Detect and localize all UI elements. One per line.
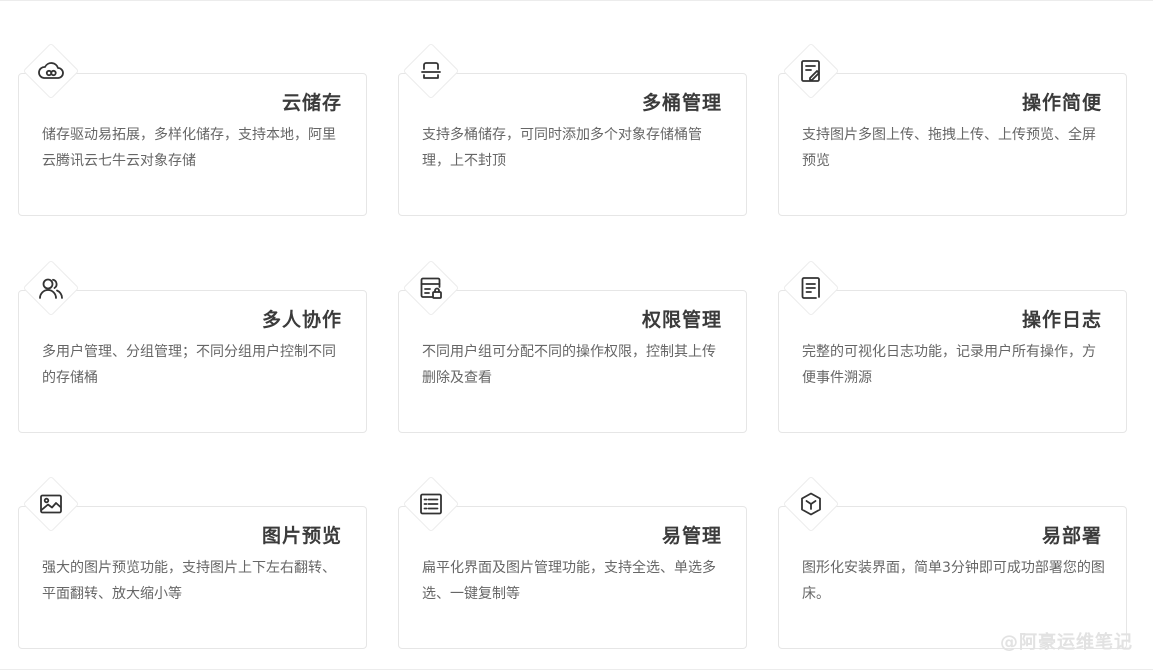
- feature-description: 强大的图片预览功能，支持图片上下左右翻转、平面翻转、放大缩小等: [42, 560, 336, 602]
- feature-description: 支持图片多图上传、拖拽上传、上传预览、全屏预览: [802, 127, 1096, 169]
- image-icon: [40, 494, 62, 514]
- feature-card-multi-user: 多人协作 多用户管理、分组管理；不同分组用户控制不同的存储桶: [18, 259, 367, 433]
- icon-badge: [782, 42, 840, 100]
- feature-title: 图片预览: [261, 525, 342, 547]
- feature-title: 多桶管理: [641, 92, 722, 114]
- icon-badge: [782, 259, 840, 317]
- feature-title: 多人协作: [261, 309, 342, 331]
- feature-card-permission: 权限管理 不同用户组可分配不同的操作权限，控制其上传删除及查看: [398, 259, 747, 433]
- log-document-icon: [801, 277, 820, 299]
- feature-card-image-preview: 图片预览 强大的图片预览功能，支持图片上下左右翻转、平面翻转、放大缩小等: [18, 475, 367, 649]
- icon-badge: [402, 475, 460, 533]
- feature-title: 权限管理: [641, 309, 722, 331]
- icon-badge: [402, 42, 460, 100]
- edit-document-icon: [801, 60, 820, 82]
- feature-card-easy-operation: 操作简便 支持图片多图上传、拖拽上传、上传预览、全屏预览: [778, 42, 1127, 216]
- feature-description: 支持多桶储存，可同时添加多个对象存储桶管理，上不封顶: [422, 127, 702, 169]
- cloud-icon: [38, 62, 64, 79]
- feature-grid-page: 云储存 储存驱动易拓展，多样化储存，支持本地，阿里云腾讯云七牛云对象存储 多桶管…: [0, 0, 1153, 670]
- watermark-text: @阿豪运维笔记: [1000, 632, 1133, 653]
- bucket-stack-icon: [421, 62, 441, 79]
- feature-description: 多用户管理、分组管理；不同分组用户控制不同的存储桶: [42, 344, 336, 386]
- feature-description: 储存驱动易拓展，多样化储存，支持本地，阿里云腾讯云七牛云对象存储: [42, 127, 336, 169]
- icon-badge: [22, 259, 80, 317]
- icon-badge: [22, 475, 80, 533]
- feature-title: 操作简便: [1021, 92, 1102, 114]
- feature-description: 完整的可视化日志功能，记录用户所有操作，方便事件溯源: [802, 344, 1096, 386]
- feature-card-multi-bucket: 多桶管理 支持多桶储存，可同时添加多个对象存储桶管理，上不封顶: [398, 42, 747, 216]
- icon-badge: [782, 475, 840, 533]
- feature-card-easy-management: 易管理 扁平化界面及图片管理功能，支持全选、单选多选、一键复制等: [398, 475, 747, 649]
- icon-badge: [402, 259, 460, 317]
- users-icon: [39, 278, 63, 299]
- feature-description: 扁平化界面及图片管理功能，支持全选、单选多选、一键复制等: [422, 560, 716, 602]
- feature-description: 不同用户组可分配不同的操作权限，控制其上传删除及查看: [422, 344, 716, 386]
- feature-description: 图形化安装界面，简单3分钟即可成功部署您的图床。: [802, 560, 1105, 602]
- feature-title: 易管理: [661, 525, 722, 547]
- feature-title: 云储存: [281, 92, 342, 114]
- feature-title: 易部署: [1041, 525, 1102, 547]
- feature-title: 操作日志: [1021, 309, 1102, 331]
- feature-card-cloud-storage: 云储存 储存驱动易拓展，多样化储存，支持本地，阿里云腾讯云七牛云对象存储: [18, 42, 367, 216]
- list-icon: [420, 493, 442, 515]
- feature-card-operation-log: 操作日志 完整的可视化日志功能，记录用户所有操作，方便事件溯源: [778, 259, 1127, 433]
- cube-icon: [801, 492, 821, 516]
- lock-panel-icon: [420, 277, 442, 299]
- icon-badge: [22, 42, 80, 100]
